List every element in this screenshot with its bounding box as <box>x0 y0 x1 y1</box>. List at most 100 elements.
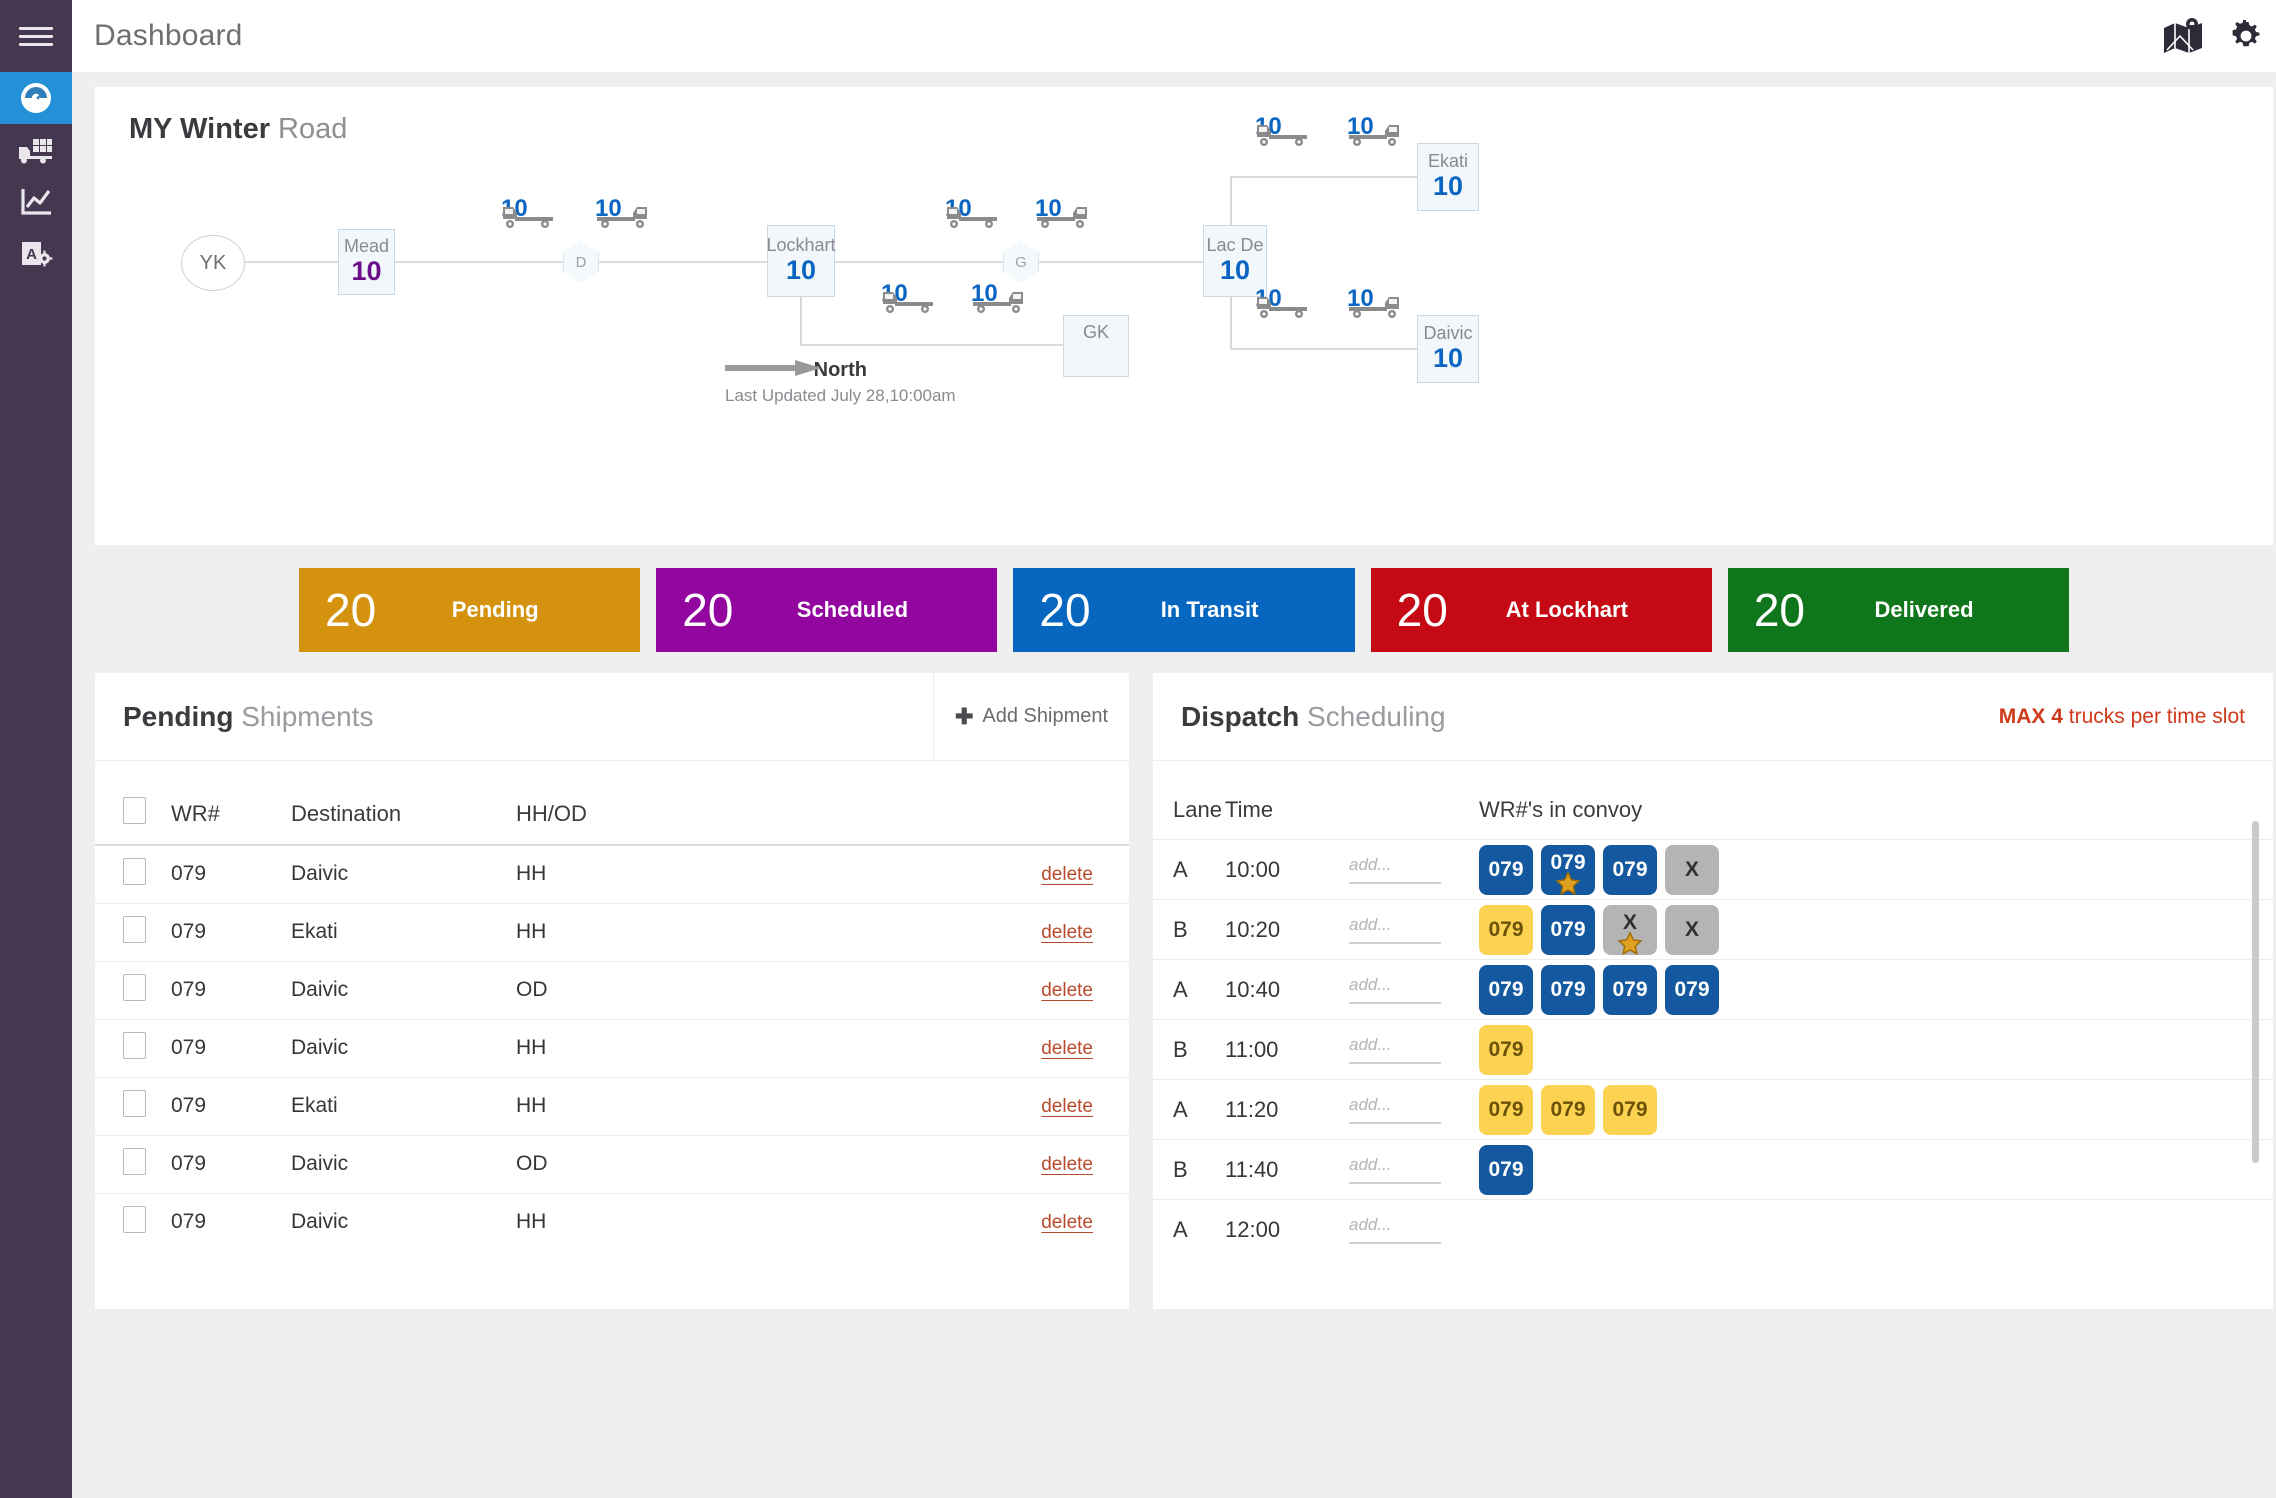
convoy-chip[interactable]: 079 <box>1479 964 1533 1015</box>
convoy-chip[interactable]: 079 <box>1603 964 1657 1015</box>
status-tile-pending[interactable]: 20 Pending <box>299 568 641 652</box>
sidebar-item-analytics[interactable] <box>0 176 72 228</box>
node-daivic[interactable]: Daivic 10 <box>1417 315 1479 383</box>
convoy-chip[interactable]: 079 <box>1541 844 1595 895</box>
convoy-chip-list: 079 079 079 079 <box>1479 964 2273 1015</box>
dispatch-row[interactable]: A 11:20 add... 079 079 079 <box>1153 1079 2273 1140</box>
convoy-chip[interactable]: X <box>1603 904 1657 955</box>
truck-icon <box>883 292 933 313</box>
status-tile-in-transit[interactable]: 20 In Transit <box>1013 568 1355 652</box>
truck-indicator[interactable]: 10 <box>1035 197 1087 233</box>
node-lac-de-label: Lac De <box>1206 235 1264 256</box>
dispatch-row[interactable]: A 10:00 add... 079 079 079 X <box>1153 839 2273 900</box>
status-tile-count: 20 <box>682 584 734 636</box>
add-convoy-input[interactable]: add... <box>1349 975 1441 1004</box>
row-checkbox[interactable] <box>123 1031 146 1059</box>
row-checkbox[interactable] <box>123 915 146 943</box>
cell-hhod: HH <box>516 1036 547 1059</box>
convoy-chip[interactable]: X <box>1665 844 1719 895</box>
table-row[interactable]: 079 Daivic HH delete <box>95 1193 1129 1251</box>
convoy-chip[interactable]: 079 <box>1603 1084 1657 1135</box>
node-ekati[interactable]: Ekati 10 <box>1417 143 1479 211</box>
cell-lane: A <box>1173 1096 1188 1122</box>
status-tile-scheduled[interactable]: 20 Scheduled <box>656 568 998 652</box>
node-ekati-value: 10 <box>1432 171 1464 202</box>
add-convoy-input[interactable]: add... <box>1349 855 1441 884</box>
row-checkbox[interactable] <box>123 1147 146 1175</box>
delete-link[interactable]: delete <box>1041 922 1093 943</box>
truck-indicator[interactable]: 10 <box>501 197 553 233</box>
table-row[interactable]: 079 Ekati HH delete <box>95 1077 1129 1135</box>
table-row[interactable]: 079 Ekati HH delete <box>95 903 1129 961</box>
cell-lane: B <box>1173 916 1188 942</box>
node-yk[interactable]: YK <box>181 235 245 291</box>
truck-indicator[interactable]: 10 <box>1347 287 1399 323</box>
truck-indicator[interactable]: 10 <box>971 282 1023 318</box>
truck-indicator[interactable]: 10 <box>1255 115 1307 151</box>
node-gk[interactable]: GK <box>1063 315 1129 377</box>
status-tile-at-lockhart[interactable]: 20 At Lockhart <box>1370 568 1712 652</box>
sidebar-item-dashboard[interactable] <box>0 72 72 124</box>
delete-link[interactable]: delete <box>1041 1154 1093 1175</box>
node-lockhart[interactable]: Lockhart 10 <box>766 225 836 297</box>
convoy-chip[interactable]: 079 <box>1541 904 1595 955</box>
row-checkbox[interactable] <box>123 1089 146 1117</box>
convoy-chip[interactable]: 079 <box>1479 904 1533 955</box>
convoy-chip[interactable]: 079 <box>1603 844 1657 895</box>
convoy-chip[interactable]: 079 <box>1479 1144 1533 1195</box>
dispatch-vertical-scrollbar[interactable] <box>2252 821 2259 1163</box>
table-row[interactable]: 079 Daivic OD delete <box>95 1135 1129 1193</box>
add-convoy-input[interactable]: add... <box>1349 1155 1441 1184</box>
node-mead[interactable]: Mead 10 <box>338 229 395 295</box>
truck-indicator[interactable]: 10 <box>1347 115 1399 151</box>
truck-indicator[interactable]: 10 <box>595 197 647 233</box>
row-checkbox[interactable] <box>123 857 146 885</box>
node-mead-value: 10 <box>351 256 382 287</box>
delete-link[interactable]: delete <box>1041 1096 1093 1117</box>
convoy-chip[interactable]: 079 <box>1541 1084 1595 1135</box>
add-convoy-input[interactable]: add... <box>1349 1095 1441 1124</box>
dispatch-row[interactable]: B 10:20 add... 079 079 X X <box>1153 899 2273 960</box>
delete-link[interactable]: delete <box>1041 1038 1093 1059</box>
status-tile-delivered[interactable]: 20 Delivered <box>1727 568 2070 652</box>
add-shipment-button[interactable]: ✚ Add Shipment <box>933 672 1129 761</box>
dispatch-row[interactable]: A 12:00 add... <box>1153 1199 2273 1260</box>
convoy-chip[interactable]: 079 <box>1541 964 1595 1015</box>
hamburger-menu-button[interactable] <box>0 0 72 72</box>
add-convoy-input[interactable]: add... <box>1349 1035 1441 1064</box>
network-diagram: YK Mead 10 Lockhart 10 Lac De 10 Ekati 1… <box>95 87 2273 545</box>
truck-icon <box>973 292 1023 313</box>
convoy-chip[interactable]: 079 <box>1665 964 1719 1015</box>
convoy-chip[interactable]: 079 <box>1479 1024 1533 1075</box>
convoy-chip[interactable]: 079 <box>1479 1084 1533 1135</box>
status-tile-count: 20 <box>1753 584 1805 636</box>
add-convoy-input[interactable]: add... <box>1349 1215 1441 1245</box>
row-checkbox[interactable] <box>123 973 146 1001</box>
table-row[interactable]: 079 Daivic HH delete <box>95 845 1129 903</box>
table-row[interactable]: 079 Daivic HH delete <box>95 1019 1129 1077</box>
delete-link[interactable]: delete <box>1041 1212 1093 1233</box>
select-all-checkbox[interactable] <box>123 797 146 824</box>
table-row[interactable]: 079 Daivic OD delete <box>95 961 1129 1019</box>
convoy-chip[interactable]: X <box>1665 904 1719 955</box>
row-checkbox-cell <box>95 961 171 1019</box>
dispatch-row[interactable]: B 11:40 add... 079 <box>1153 1139 2273 1200</box>
truck-indicator[interactable]: 10 <box>945 197 997 233</box>
dispatch-row[interactable]: A 10:40 add... 079 079 079 079 <box>1153 959 2273 1020</box>
sidebar-item-fleet[interactable] <box>0 124 72 176</box>
map-pin-icon[interactable] <box>2162 18 2204 54</box>
truck-indicator[interactable]: 10 <box>881 282 933 318</box>
top-bar: Dashboard <box>72 0 2276 72</box>
row-checkbox[interactable] <box>123 1205 146 1233</box>
delete-link[interactable]: delete <box>1041 980 1093 1001</box>
convoy-chip[interactable]: 079 <box>1479 844 1533 895</box>
cell-add: add... <box>1349 960 1479 1020</box>
dispatch-row[interactable]: B 11:00 add... 079 <box>1153 1019 2273 1080</box>
cell-time: 11:40 <box>1225 1156 1279 1182</box>
delete-link[interactable]: delete <box>1041 864 1093 885</box>
gear-icon[interactable] <box>2230 20 2262 52</box>
truck-indicator[interactable]: 10 <box>1255 287 1307 323</box>
add-convoy-input[interactable]: add... <box>1349 915 1441 944</box>
north-arrow-row: North <box>725 359 867 382</box>
sidebar-item-admin[interactable]: A <box>0 228 72 280</box>
